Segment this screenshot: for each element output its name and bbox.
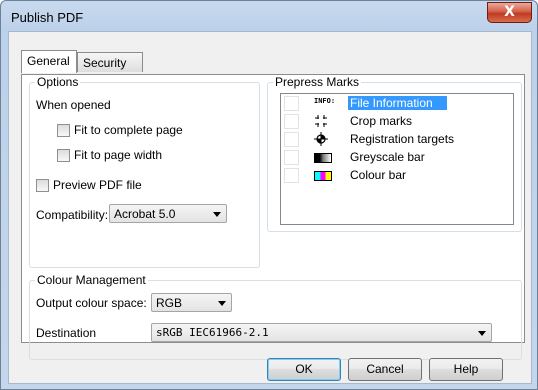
destination-label: Destination xyxy=(36,326,97,340)
fit-complete-page-checkbox[interactable] xyxy=(57,124,70,137)
output-colour-space-value: RGB xyxy=(156,296,183,310)
prepress-marks-group-label: Prepress Marks xyxy=(273,75,362,89)
colour-management-group: Colour Management Output colour space: R… xyxy=(29,273,522,360)
close-button[interactable]: X xyxy=(487,2,532,23)
fit-page-width-checkbox[interactable] xyxy=(57,149,70,162)
options-group-label: Options xyxy=(35,75,81,89)
title-bar[interactable]: Publish PDF X xyxy=(1,1,537,31)
chevron-down-icon xyxy=(218,301,226,306)
output-colour-space-dropdown[interactable]: RGB xyxy=(151,293,232,312)
greyscale-bar-icon xyxy=(314,150,332,164)
registration-target-icon xyxy=(314,132,332,146)
output-colour-space-label: Output colour space: xyxy=(36,296,147,310)
help-button[interactable]: Help xyxy=(429,358,503,381)
preview-pdf-checkbox[interactable] xyxy=(36,179,49,192)
list-item[interactable]: INFO: File Information xyxy=(281,94,513,112)
options-group: Options When opened Fit to complete page… xyxy=(29,75,260,268)
destination-value: sRGB IEC61966-2.1 xyxy=(156,326,269,339)
compatibility-label: Compatibility: xyxy=(36,208,109,222)
cancel-button[interactable]: Cancel xyxy=(348,358,422,381)
fit-complete-page-label[interactable]: Fit to complete page xyxy=(74,123,183,137)
info-icon: INFO: xyxy=(314,96,336,110)
row-checkbox[interactable] xyxy=(284,96,299,111)
registration-targets-label: Registration targets xyxy=(350,132,455,146)
compatibility-value: Acrobat 5.0 xyxy=(114,207,176,221)
row-checkbox[interactable] xyxy=(284,168,299,183)
tab-general[interactable]: General xyxy=(21,50,77,73)
colour-management-group-label: Colour Management xyxy=(35,273,148,287)
file-information-label: File Information xyxy=(348,96,447,110)
prepress-marks-group: Prepress Marks INFO: File Information Cr… xyxy=(267,75,522,232)
tab-security[interactable]: Security xyxy=(77,52,143,72)
preview-pdf-label[interactable]: Preview PDF file xyxy=(53,178,142,192)
list-item[interactable]: Greyscale bar xyxy=(281,148,513,166)
window-title: Publish PDF xyxy=(11,10,84,25)
crop-marks-label: Crop marks xyxy=(350,114,413,128)
chevron-down-icon xyxy=(213,212,221,217)
destination-dropdown[interactable]: sRGB IEC61966-2.1 xyxy=(151,323,492,342)
compatibility-dropdown[interactable]: Acrobat 5.0 xyxy=(109,204,227,223)
list-item[interactable]: Registration targets xyxy=(281,130,513,148)
publish-pdf-dialog: Publish PDF X General Security Options W… xyxy=(0,0,538,390)
list-item[interactable]: Crop marks xyxy=(281,112,513,130)
row-checkbox[interactable] xyxy=(284,150,299,165)
prepress-marks-list[interactable]: INFO: File Information Crop marks Regist… xyxy=(280,93,514,225)
general-tab-panel: Options When opened Fit to complete page… xyxy=(21,74,525,360)
greyscale-bar-label: Greyscale bar xyxy=(350,150,425,164)
colour-bar-icon xyxy=(314,168,332,182)
crop-marks-icon xyxy=(314,114,332,128)
list-item[interactable]: Colour bar xyxy=(281,166,513,184)
colour-bar-label: Colour bar xyxy=(350,168,407,182)
info-icon-text: INFO: xyxy=(314,97,336,105)
chevron-down-icon xyxy=(478,331,486,336)
fit-page-width-label[interactable]: Fit to page width xyxy=(74,148,162,162)
row-checkbox[interactable] xyxy=(284,114,299,129)
when-opened-label: When opened xyxy=(36,98,111,112)
row-checkbox[interactable] xyxy=(284,132,299,147)
dialog-body: General Security Options When opened Fit… xyxy=(8,31,532,384)
ok-button[interactable]: OK xyxy=(267,358,341,381)
